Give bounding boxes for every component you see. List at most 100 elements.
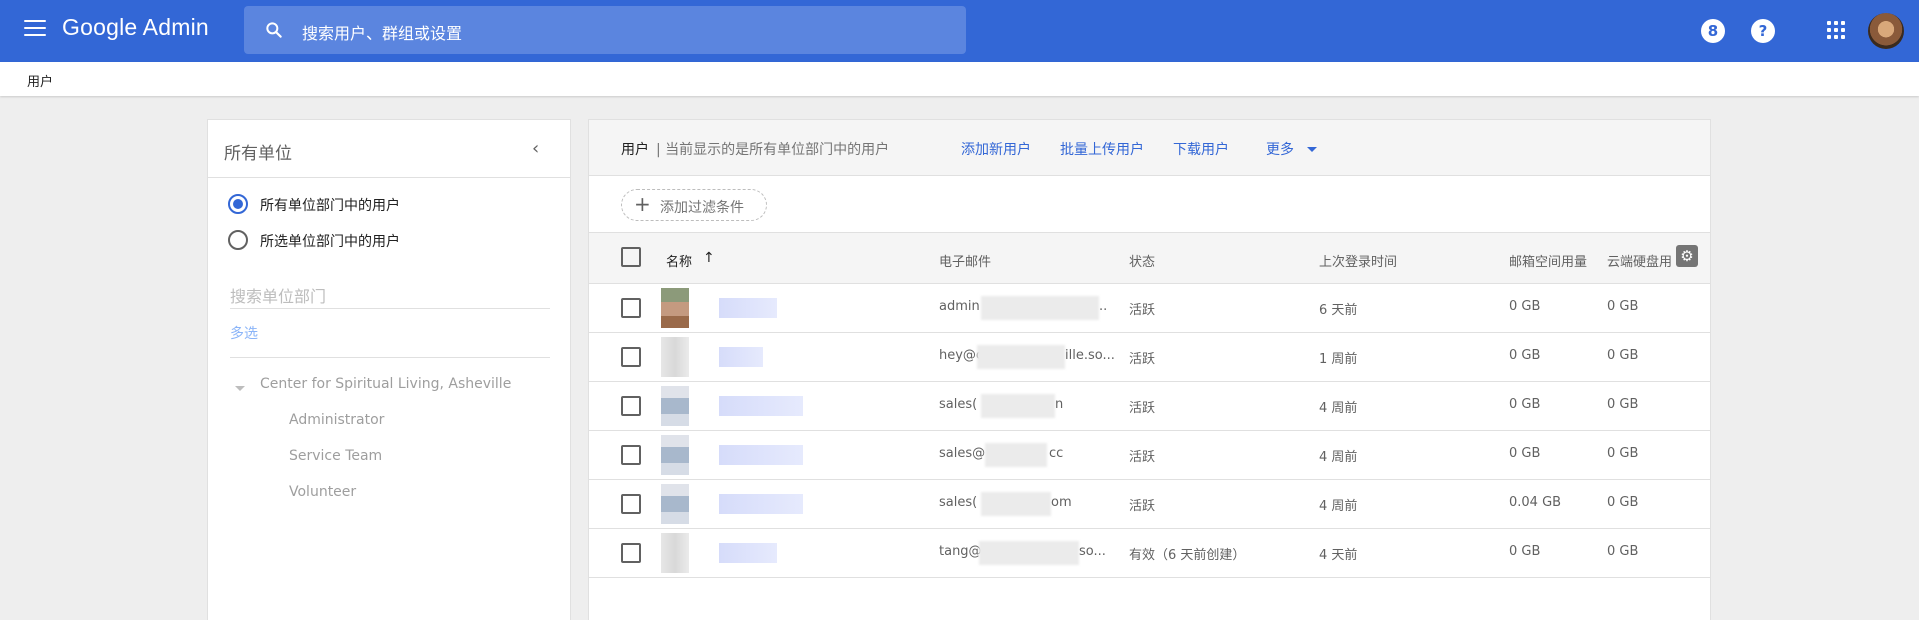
users-panel-header: 用户 | 当前显示的是所有单位部门中的用户 添加新用户 批量上传用户 下载用户 … <box>589 120 1710 176</box>
add-filter-chip[interactable]: + 添加过滤条件 <box>621 189 767 221</box>
user-last-login: 4 周前 <box>1319 450 1358 465</box>
user-drive-storage: 0 GB <box>1607 495 1639 510</box>
app-logo[interactable]: Google Admin <box>62 14 209 41</box>
expand-caret-icon[interactable] <box>235 386 245 391</box>
main-menu-icon[interactable] <box>24 20 46 38</box>
user-email: sales( <box>939 397 978 412</box>
user-status: 有效（6 天前创建） <box>1129 548 1246 563</box>
apps-grid-icon[interactable] <box>1827 21 1847 41</box>
user-status: 活跃 <box>1129 352 1156 367</box>
table-row[interactable]: sales@ cc 活跃 4 周前 0 GB 0 GB <box>589 431 1710 480</box>
help-icon[interactable]: ? <box>1751 19 1775 43</box>
search-icon <box>266 22 282 38</box>
column-status[interactable]: 状态 <box>1129 251 1155 270</box>
email-redaction <box>985 443 1047 467</box>
org-unit-administrator[interactable]: Administrator <box>289 412 384 428</box>
table-row[interactable]: tang@ so... 有效（6 天前创建） 4 天前 0 GB 0 GB <box>589 529 1710 578</box>
add-filter-label: 添加过滤条件 <box>660 200 744 216</box>
user-avatar <box>661 386 689 426</box>
user-last-login: 1 周前 <box>1319 352 1358 367</box>
user-mail-storage: 0 GB <box>1509 446 1541 461</box>
row-checkbox[interactable] <box>621 298 641 318</box>
select-all-checkbox[interactable] <box>621 247 641 267</box>
support-icon[interactable]: 8 <box>1701 19 1725 43</box>
user-avatar <box>661 484 689 524</box>
user-email: admin <box>939 299 980 314</box>
user-mail-storage: 0 GB <box>1509 348 1541 363</box>
user-email-tail: om <box>1051 495 1072 510</box>
breadcrumb: 用户 <box>0 62 1919 96</box>
top-app-bar: Google Admin 搜索用户、群组或设置 8 ? <box>0 0 1919 62</box>
user-drive-storage: 0 GB <box>1607 299 1639 314</box>
divider <box>230 357 550 358</box>
column-email[interactable]: 电子邮件 <box>939 251 991 270</box>
collapse-panel-icon[interactable]: ‹ <box>532 138 552 159</box>
table-row[interactable]: hey@c ille.so... 活跃 1 周前 0 GB 0 GB <box>589 333 1710 382</box>
table-row[interactable]: sales( n 活跃 4 周前 0 GB 0 GB <box>589 382 1710 431</box>
row-checkbox[interactable] <box>621 347 641 367</box>
users-panel-subtitle: | 当前显示的是所有单位部门中的用户 <box>656 142 890 158</box>
org-unit-panel: 所有单位 ‹ 所有单位部门中的用户 所选单位部门中的用户 搜索单位部门 多选 C… <box>207 119 571 620</box>
user-mail-storage: 0 GB <box>1509 544 1541 559</box>
table-row[interactable]: sales( om 活跃 4 周前 0.04 GB 0 GB <box>589 480 1710 529</box>
row-checkbox[interactable] <box>621 543 641 563</box>
user-avatar <box>661 533 689 573</box>
radio-unselected-icon[interactable] <box>228 230 248 250</box>
org-unit-service-team[interactable]: Service Team <box>289 448 382 464</box>
more-menu-button[interactable]: 更多 <box>1266 139 1294 159</box>
user-avatar <box>661 337 689 377</box>
users-table-header: 名称 ↑ 电子邮件 状态 上次登录时间 邮箱空间用量 云端硬盘用 ⚙ <box>589 232 1710 284</box>
more-dropdown-icon[interactable] <box>1307 147 1317 152</box>
org-unit-volunteer[interactable]: Volunteer <box>289 484 356 500</box>
org-unit-root[interactable]: Center for Spiritual Living, Asheville <box>260 376 511 392</box>
email-redaction <box>981 296 1099 320</box>
user-mail-storage: 0 GB <box>1509 397 1541 412</box>
column-settings-gear-icon[interactable]: ⚙ <box>1676 245 1698 267</box>
user-name-link[interactable] <box>719 347 763 367</box>
org-unit-panel-title: 所有单位 <box>224 144 292 164</box>
users-panel-title: 用户 <box>621 142 649 158</box>
user-email-tail: .. <box>1099 299 1108 314</box>
column-mail-storage[interactable]: 邮箱空间用量 <box>1509 251 1587 270</box>
user-name-link[interactable] <box>719 543 777 563</box>
row-checkbox[interactable] <box>621 445 641 465</box>
user-last-login: 4 周前 <box>1319 401 1358 416</box>
table-row[interactable]: admin .. 活跃 6 天前 0 GB 0 GB <box>589 284 1710 333</box>
download-users-button[interactable]: 下载用户 <box>1173 139 1229 159</box>
user-name-link[interactable] <box>719 445 803 465</box>
org-unit-search-input[interactable]: 搜索单位部门 <box>230 283 550 309</box>
column-last-login[interactable]: 上次登录时间 <box>1319 251 1397 270</box>
user-email: tang@ <box>939 544 982 559</box>
breadcrumb-users[interactable]: 用户 <box>27 71 53 90</box>
radio-selected-icon[interactable] <box>228 194 248 214</box>
divider <box>208 177 570 178</box>
user-email: sales@ <box>939 446 986 461</box>
sort-ascending-icon[interactable]: ↑ <box>703 250 715 266</box>
user-drive-storage: 0 GB <box>1607 348 1639 363</box>
email-redaction <box>979 541 1079 565</box>
column-name[interactable]: 名称 <box>666 251 692 270</box>
row-checkbox[interactable] <box>621 494 641 514</box>
user-drive-storage: 0 GB <box>1607 446 1639 461</box>
search-box[interactable]: 搜索用户、群组或设置 <box>244 6 966 54</box>
radio-all-units-label: 所有单位部门中的用户 <box>260 198 400 214</box>
add-user-button[interactable]: 添加新用户 <box>961 139 1031 159</box>
column-drive-storage[interactable]: 云端硬盘用 <box>1607 251 1672 270</box>
user-email-tail: n <box>1055 397 1064 412</box>
user-avatar <box>661 435 689 475</box>
user-avatar <box>661 288 689 328</box>
user-name-link[interactable] <box>719 298 777 318</box>
email-redaction <box>977 345 1065 369</box>
multi-select-link[interactable]: 多选 <box>230 323 258 343</box>
bulk-upload-button[interactable]: 批量上传用户 <box>1060 139 1144 159</box>
account-avatar[interactable] <box>1868 13 1904 49</box>
user-name-link[interactable] <box>719 396 803 416</box>
search-input[interactable]: 搜索用户、群组或设置 <box>302 20 462 44</box>
users-panel: 用户 | 当前显示的是所有单位部门中的用户 添加新用户 批量上传用户 下载用户 … <box>588 119 1711 620</box>
user-last-login: 6 天前 <box>1319 303 1358 318</box>
user-mail-storage: 0 GB <box>1509 299 1541 314</box>
row-checkbox[interactable] <box>621 396 641 416</box>
email-redaction <box>981 394 1055 418</box>
user-name-link[interactable] <box>719 494 803 514</box>
user-email-tail: cc <box>1049 446 1064 461</box>
